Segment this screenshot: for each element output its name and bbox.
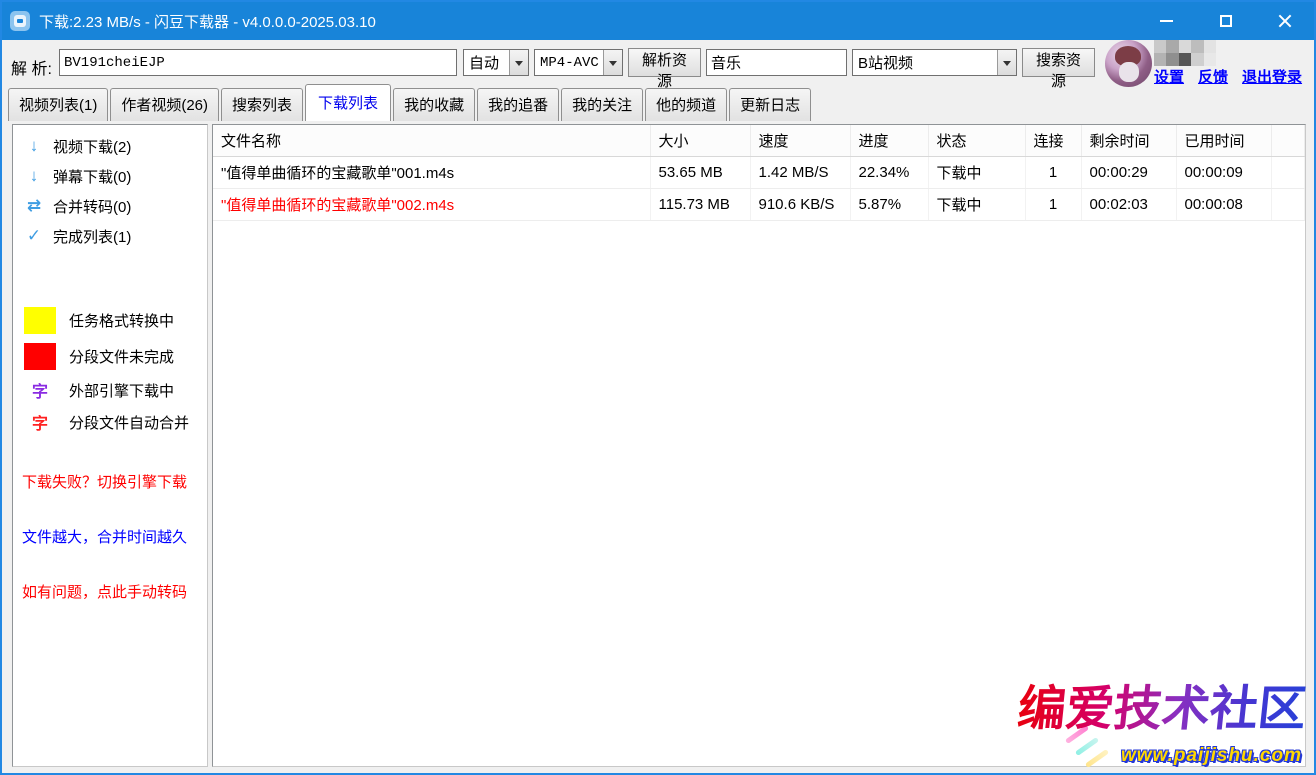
sidebar-item-merge-transcode[interactable]: ⇄ 合并转码(0) (13, 191, 207, 221)
keyword-input[interactable] (706, 49, 847, 76)
cell-connections: 1 (1025, 157, 1081, 189)
table-row[interactable]: "值得单曲循环的宝藏歌单"002.m4s 115.73 MB 910.6 KB/… (213, 189, 1305, 221)
cell-size: 53.65 MB (650, 157, 750, 189)
app-window: 下载:2.23 MB/s - 闪豆下载器 - v4.0.0.0-2025.03.… (0, 0, 1316, 775)
chevron-down-icon[interactable] (997, 50, 1016, 75)
note-switch-engine[interactable]: 下载失败？切换引擎下载 (13, 471, 207, 492)
tab-my-follows[interactable]: 我的关注 (561, 88, 643, 121)
transcode-arrows-icon: ⇄ (26, 196, 42, 216)
format-select[interactable]: MP4-AVC (534, 49, 623, 76)
chevron-down-icon[interactable] (509, 50, 528, 75)
cell-filename: "值得单曲循环的宝藏歌单"001.m4s (213, 157, 650, 189)
quality-selected-value: 自动 (464, 52, 509, 73)
purple-char-icon: 字 (24, 378, 56, 402)
parse-input[interactable] (59, 49, 457, 76)
col-filename[interactable]: 文件名称 (213, 125, 650, 157)
cell-time-used: 00:00:09 (1176, 157, 1271, 189)
red-char-icon: 字 (24, 410, 56, 434)
username-blurred (1154, 40, 1216, 66)
legend-item-auto-merge: 字 分段文件自动合并 (13, 409, 207, 435)
col-time-left[interactable]: 剩余时间 (1081, 125, 1176, 157)
maximize-button[interactable] (1196, 2, 1255, 40)
tab-bar: 视频列表(1) 作者视频(26) 搜索列表 下载列表 我的收藏 我的追番 我的关… (8, 91, 813, 121)
sidebar: ↓ 视频下载(2) ↓ 弹幕下载(0) ⇄ 合并转码(0) ✓ 完成列表(1) … (12, 124, 208, 767)
tab-his-channel[interactable]: 他的频道 (645, 88, 727, 121)
download-arrow-icon: ↓ (26, 136, 42, 156)
table-row[interactable]: "值得单曲循环的宝藏歌单"001.m4s 53.65 MB 1.42 MB/S … (213, 157, 1305, 189)
check-icon: ✓ (26, 226, 42, 246)
title-bar: 下载:2.23 MB/s - 闪豆下载器 - v4.0.0.0-2025.03.… (2, 2, 1314, 40)
site-select[interactable]: B站视频 (852, 49, 1017, 76)
cell-filename: "值得单曲循环的宝藏歌单"002.m4s (213, 189, 650, 221)
minimize-icon (1160, 20, 1173, 22)
download-table-panel: 文件名称 大小 速度 进度 状态 连接 剩余时间 已用时间 "值得单曲循环的宝藏… (212, 124, 1306, 767)
quality-select[interactable]: 自动 (463, 49, 529, 76)
sidebar-notes: 下载失败？切换引擎下载 文件越大，合并时间越久 如有问题，点此手动转码 (13, 471, 207, 602)
legend-item-external-engine: 字 外部引擎下载中 (13, 377, 207, 403)
maximize-icon (1220, 15, 1232, 27)
cell-connections: 1 (1025, 189, 1081, 221)
tab-download-list[interactable]: 下载列表 (305, 84, 391, 121)
tab-my-favorites[interactable]: 我的收藏 (393, 88, 475, 121)
cell-time-left: 00:00:29 (1081, 157, 1176, 189)
sidebar-item-video-download[interactable]: ↓ 视频下载(2) (13, 131, 207, 161)
cell-time-left: 00:02:03 (1081, 189, 1176, 221)
cell-status: 下载中 (928, 157, 1025, 189)
site-selected-value: B站视频 (853, 52, 997, 73)
search-resource-button[interactable]: 搜索资源 (1022, 48, 1095, 77)
close-icon (1278, 14, 1292, 28)
cell-speed: 1.42 MB/S (750, 157, 850, 189)
tab-video-list[interactable]: 视频列表(1) (8, 88, 108, 121)
sidebar-item-label: 弹幕下载(0) (53, 166, 131, 187)
note-merge-time: 文件越大，合并时间越久 (13, 526, 207, 547)
window-title: 下载:2.23 MB/s - 闪豆下载器 - v4.0.0.0-2025.03.… (39, 11, 376, 32)
cell-time-used: 00:00:08 (1176, 189, 1271, 221)
window-controls (1137, 2, 1314, 40)
cell-size: 115.73 MB (650, 189, 750, 221)
download-arrow-icon: ↓ (26, 166, 42, 186)
settings-link[interactable]: 设置 (1154, 66, 1184, 87)
legend-item-converting: 任务格式转换中 (13, 305, 207, 335)
sidebar-item-danmaku-download[interactable]: ↓ 弹幕下载(0) (13, 161, 207, 191)
sidebar-item-label: 完成列表(1) (53, 226, 131, 247)
sidebar-item-label: 合并转码(0) (53, 196, 131, 217)
download-table: 文件名称 大小 速度 进度 状态 连接 剩余时间 已用时间 "值得单曲循环的宝藏… (213, 125, 1305, 221)
note-manual-transcode[interactable]: 如有问题，点此手动转码 (13, 581, 207, 602)
tab-update-log[interactable]: 更新日志 (729, 88, 811, 121)
app-icon (10, 11, 30, 31)
cell-speed: 910.6 KB/S (750, 189, 850, 221)
status-legend: 任务格式转换中 分段文件未完成 字 外部引擎下载中 字 分段文件自动合并 (13, 305, 207, 435)
parse-label: 解 析: (11, 55, 52, 79)
logout-link[interactable]: 退出登录 (1242, 66, 1302, 87)
minimize-button[interactable] (1137, 2, 1196, 40)
sidebar-item-completed-list[interactable]: ✓ 完成列表(1) (13, 221, 207, 251)
parse-resource-button[interactable]: 解析资源 (628, 48, 701, 77)
user-avatar[interactable] (1105, 40, 1152, 87)
sidebar-item-label: 视频下载(2) (53, 136, 131, 157)
format-selected-value: MP4-AVC (535, 55, 603, 71)
user-links: 设置 反馈 退出登录 (1154, 66, 1302, 87)
tab-author-videos[interactable]: 作者视频(26) (110, 88, 219, 121)
chevron-down-icon[interactable] (603, 50, 622, 75)
col-status[interactable]: 状态 (928, 125, 1025, 157)
col-connections[interactable]: 连接 (1025, 125, 1081, 157)
tab-search-list[interactable]: 搜索列表 (221, 88, 303, 121)
cell-status: 下载中 (928, 189, 1025, 221)
red-swatch (24, 343, 56, 370)
close-button[interactable] (1255, 2, 1314, 40)
tab-my-bangumi[interactable]: 我的追番 (477, 88, 559, 121)
yellow-swatch (24, 307, 56, 334)
col-time-used[interactable]: 已用时间 (1176, 125, 1271, 157)
col-progress[interactable]: 进度 (850, 125, 928, 157)
feedback-link[interactable]: 反馈 (1198, 66, 1228, 87)
table-header-row: 文件名称 大小 速度 进度 状态 连接 剩余时间 已用时间 (213, 125, 1305, 157)
cell-progress: 22.34% (850, 157, 928, 189)
col-size[interactable]: 大小 (650, 125, 750, 157)
col-speed[interactable]: 速度 (750, 125, 850, 157)
cell-progress: 5.87% (850, 189, 928, 221)
legend-item-segment-incomplete: 分段文件未完成 (13, 341, 207, 371)
